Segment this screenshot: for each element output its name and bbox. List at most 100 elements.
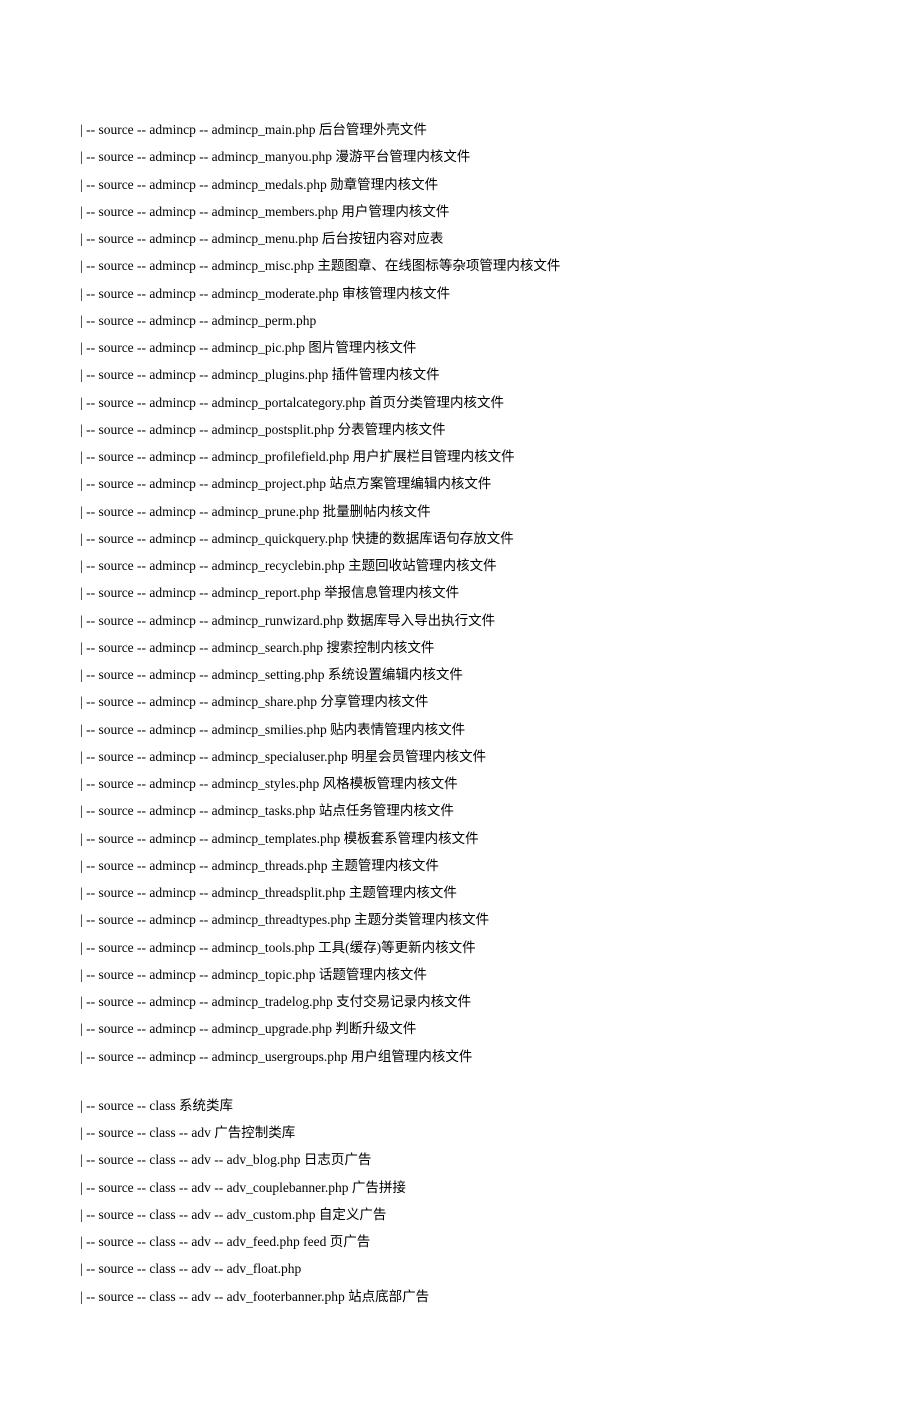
group1-row: | -- source -- admincp -- admincp_styles… (80, 774, 840, 794)
file-path: | -- source -- admincp -- admincp_runwiz… (80, 613, 343, 628)
group2-row: | -- source -- class -- adv -- adv_custo… (80, 1205, 840, 1225)
file-path: | -- source -- admincp -- admincp_portal… (80, 395, 366, 410)
file-description: 主题图章、在线图标等杂项管理内核文件 (314, 258, 560, 273)
group1-row: | -- source -- admincp -- admincp_upgrad… (80, 1019, 840, 1039)
group1-row: | -- source -- admincp -- admincp_runwiz… (80, 611, 840, 631)
file-description: 分表管理内核文件 (334, 422, 445, 437)
file-description: 主题管理内核文件 (328, 858, 439, 873)
file-path: | -- source -- admincp -- admincp_report… (80, 585, 321, 600)
file-path: | -- source -- admincp -- admincp_topic.… (80, 967, 316, 982)
file-path: | -- source -- admincp -- admincp_perm.p… (80, 313, 316, 328)
file-description: 模板套系管理内核文件 (340, 831, 478, 846)
file-description: 后台管理外壳文件 (316, 122, 427, 137)
file-path: | -- source -- admincp -- admincp_styles… (80, 776, 319, 791)
file-description: 系统设置编辑内核文件 (325, 667, 463, 682)
group1-row: | -- source -- admincp -- admincp_usergr… (80, 1047, 840, 1067)
file-description: 数据库导入导出执行文件 (343, 613, 495, 628)
group1-row: | -- source -- admincp -- admincp_thread… (80, 910, 840, 930)
group1-row: | -- source -- admincp -- admincp_pic.ph… (80, 338, 840, 358)
file-description: 快捷的数据库语句存放文件 (348, 531, 513, 546)
file-description: 举报信息管理内核文件 (321, 585, 459, 600)
file-path: | -- source -- admincp -- admincp_recycl… (80, 558, 345, 573)
group1-row: | -- source -- admincp -- admincp_templa… (80, 829, 840, 849)
file-path: | -- source -- class -- adv -- adv_coupl… (80, 1180, 348, 1195)
file-description: 用户扩展栏目管理内核文件 (349, 449, 514, 464)
file-description: 自定义广告 (316, 1207, 387, 1222)
group1-row: | -- source -- admincp -- admincp_postsp… (80, 420, 840, 440)
file-description: 插件管理内核文件 (328, 367, 439, 382)
group1-row: | -- source -- admincp -- admincp_settin… (80, 665, 840, 685)
file-path: | -- source -- class -- adv -- adv_blog.… (80, 1152, 301, 1167)
file-description: 勋章管理内核文件 (327, 177, 438, 192)
file-description: 首页分类管理内核文件 (366, 395, 504, 410)
group1-row: | -- source -- admincp -- admincp_smilie… (80, 720, 840, 740)
file-path: | -- source -- admincp -- admincp_tasks.… (80, 803, 316, 818)
file-path: | -- source -- admincp -- admincp_main.p… (80, 122, 316, 137)
group1-row: | -- source -- admincp -- admincp_thread… (80, 883, 840, 903)
file-path: | -- source -- admincp -- admincp_prune.… (80, 504, 319, 519)
file-path: | -- source -- admincp -- admincp_search… (80, 640, 323, 655)
group2-row: | -- source -- class -- adv 广告控制类库 (80, 1123, 840, 1143)
file-path: | -- source -- admincp -- admincp_tools.… (80, 940, 315, 955)
file-description: 用户组管理内核文件 (348, 1049, 473, 1064)
group1-row: | -- source -- admincp -- admincp_profil… (80, 447, 840, 467)
group1-row: | -- source -- admincp -- admincp_search… (80, 638, 840, 658)
file-path: | -- source -- admincp -- admincp_pic.ph… (80, 340, 305, 355)
file-path: | -- source -- class -- adv -- adv_foote… (80, 1289, 345, 1304)
group1-row: | -- source -- admincp -- admincp_main.p… (80, 120, 840, 140)
file-description: 主题分类管理内核文件 (351, 912, 489, 927)
file-path: | -- source -- class -- adv -- adv_float… (80, 1261, 301, 1276)
group1-row: | -- source -- admincp -- admincp_prune.… (80, 502, 840, 522)
file-description: 支付交易记录内核文件 (333, 994, 471, 1009)
group1-row: | -- source -- admincp -- admincp_manyou… (80, 147, 840, 167)
file-description: 系统类库 (176, 1098, 233, 1113)
file-path: | -- source -- admincp -- admincp_templa… (80, 831, 340, 846)
group1-row: | -- source -- admincp -- admincp_medals… (80, 175, 840, 195)
group1-row: | -- source -- admincp -- admincp_report… (80, 583, 840, 603)
group1-row: | -- source -- admincp -- admincp_specia… (80, 747, 840, 767)
file-description: 站点底部广告 (345, 1289, 429, 1304)
file-description: 贴内表情管理内核文件 (327, 722, 465, 737)
group1-row: | -- source -- admincp -- admincp_quickq… (80, 529, 840, 549)
file-path: | -- source -- admincp -- admincp_postsp… (80, 422, 334, 437)
file-path: | -- source -- admincp -- admincp_quickq… (80, 531, 348, 546)
group1-row: | -- source -- admincp -- admincp_menu.p… (80, 229, 840, 249)
file-listing: | -- source -- admincp -- admincp_main.p… (80, 120, 840, 1307)
file-description: 漫游平台管理内核文件 (332, 149, 470, 164)
file-description: 话题管理内核文件 (316, 967, 427, 982)
group1-row: | -- source -- admincp -- admincp_portal… (80, 393, 840, 413)
section-separator (80, 1074, 840, 1096)
file-path: | -- source -- admincp -- admincp_medals… (80, 177, 327, 192)
group2-row: | -- source -- class -- adv -- adv_foote… (80, 1287, 840, 1307)
file-description: 批量删帖内核文件 (319, 504, 430, 519)
group1-row: | -- source -- admincp -- admincp_recycl… (80, 556, 840, 576)
file-description: 图片管理内核文件 (305, 340, 416, 355)
file-description: 站点任务管理内核文件 (316, 803, 454, 818)
file-path: | -- source -- class -- adv -- adv_custo… (80, 1207, 316, 1222)
group1-row: | -- source -- admincp -- admincp_member… (80, 202, 840, 222)
file-description: 分享管理内核文件 (317, 694, 428, 709)
file-path: | -- source -- admincp -- admincp_tradel… (80, 994, 333, 1009)
file-description: 主题回收站管理内核文件 (345, 558, 497, 573)
file-path: | -- source -- admincp -- admincp_member… (80, 204, 338, 219)
file-path: | -- source -- class -- adv (80, 1125, 211, 1140)
file-path: | -- source -- admincp -- admincp_thread… (80, 858, 328, 873)
group1-row: | -- source -- admincp -- admincp_tasks.… (80, 801, 840, 821)
file-path: | -- source -- class (80, 1098, 176, 1113)
group1-row: | -- source -- admincp -- admincp_perm.p… (80, 311, 840, 331)
file-description: 搜索控制内核文件 (323, 640, 434, 655)
file-path: | -- source -- admincp -- admincp_misc.p… (80, 258, 314, 273)
file-description: feed 页广告 (300, 1234, 370, 1249)
file-path: | -- source -- class -- adv -- adv_feed.… (80, 1234, 300, 1249)
group1-row: | -- source -- admincp -- admincp_modera… (80, 284, 840, 304)
group2-row: | -- source -- class 系统类库 (80, 1096, 840, 1116)
file-path: | -- source -- admincp -- admincp_menu.p… (80, 231, 319, 246)
group1-row: | -- source -- admincp -- admincp_tradel… (80, 992, 840, 1012)
file-path: | -- source -- admincp -- admincp_manyou… (80, 149, 332, 164)
file-description: 后台按钮内容对应表 (319, 231, 444, 246)
file-path: | -- source -- admincp -- admincp_projec… (80, 476, 326, 491)
file-description: 广告控制类库 (211, 1125, 295, 1140)
file-path: | -- source -- admincp -- admincp_smilie… (80, 722, 327, 737)
group1-row: | -- source -- admincp -- admincp_share.… (80, 692, 840, 712)
file-path: | -- source -- admincp -- admincp_plugin… (80, 367, 328, 382)
